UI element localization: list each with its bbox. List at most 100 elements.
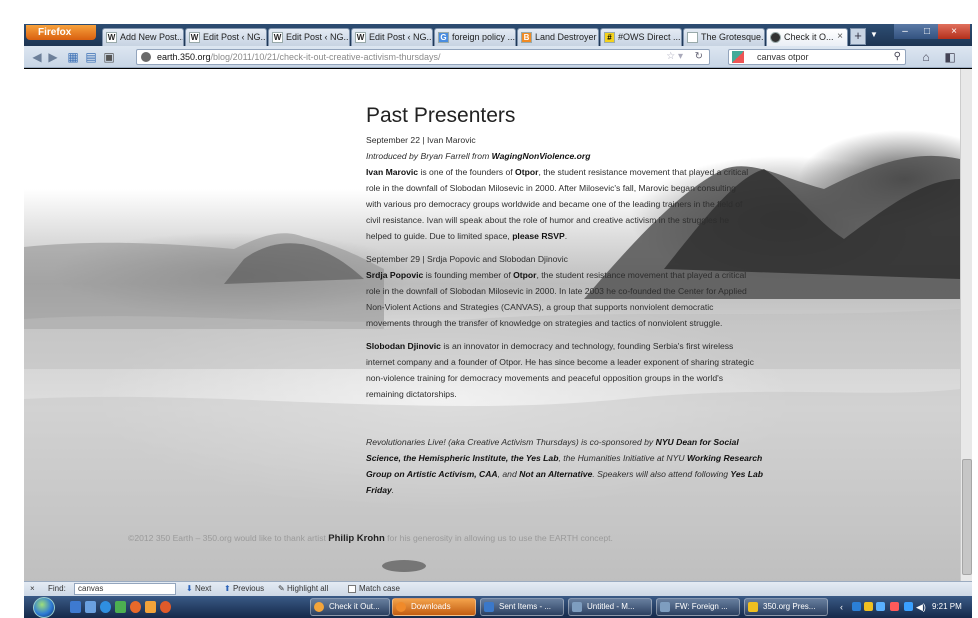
url-bar[interactable]: earth.350.org/blog/2011/10/21/check-it-o… bbox=[136, 49, 710, 65]
event2-line: role in the downfall of Slobodan Milosev… bbox=[366, 286, 747, 296]
show-desktop-icon[interactable] bbox=[70, 601, 81, 613]
tab-foreign-policy[interactable]: Gforeign policy ... bbox=[434, 28, 516, 46]
sponsor-line: Group on Artistic Activism, CAA, and Not… bbox=[366, 469, 764, 479]
tray-app-icon[interactable] bbox=[852, 602, 861, 611]
tray-app-icon[interactable] bbox=[876, 602, 885, 611]
taskbar-item-untitled[interactable]: Untitled - M... bbox=[568, 598, 652, 616]
tab-close-icon[interactable]: × bbox=[837, 29, 843, 45]
tray-app-icon[interactable] bbox=[890, 602, 899, 611]
taskbar-item-fw-foreign[interactable]: FW: Foreign ... bbox=[656, 598, 740, 616]
event2-line: Non-Violent Actions and Strategies (CANV… bbox=[366, 302, 714, 312]
forward-icon[interactable]: ▶ bbox=[46, 49, 60, 65]
event1-intro: Introduced by Bryan Farrell from WagingN… bbox=[366, 151, 591, 161]
search-value: canvas otpor bbox=[757, 52, 809, 62]
arrow-up-icon: ⬆ bbox=[224, 584, 233, 593]
search-icon[interactable]: ⚲ bbox=[894, 50, 901, 64]
event1-line: Ivan Marovic is one of the founders of O… bbox=[366, 167, 749, 177]
tab-add-new-post[interactable]: W Add New Post... bbox=[102, 28, 184, 46]
taskbar-item-check-it-out[interactable]: Check it Out... bbox=[310, 598, 390, 616]
firefox-icon bbox=[396, 602, 406, 612]
footer-credit: ©2012 350 Earth – 350.org would like to … bbox=[128, 533, 613, 544]
tab-strip: Firefox W Add New Post... W Edit Post ‹ NG… bbox=[24, 24, 972, 47]
event3-line: Slobodan Djinovic is an innovator in dem… bbox=[366, 341, 734, 351]
close-window-icon[interactable]: × bbox=[938, 24, 970, 39]
artist-link[interactable]: Philip Krohn bbox=[328, 533, 384, 544]
volume-icon[interactable]: ◀) bbox=[916, 596, 926, 612]
checkbox-icon bbox=[348, 584, 356, 593]
bookmark-star-icon[interactable]: ☆ ▾ bbox=[666, 50, 683, 64]
app-icon[interactable] bbox=[160, 601, 171, 613]
home-icon[interactable]: ⌂ bbox=[916, 49, 936, 65]
tab-label: Add New Post... bbox=[120, 32, 184, 42]
waging-nonviolence-link[interactable]: WagingNonViolence.org bbox=[492, 151, 591, 161]
tab-the-grotesque[interactable]: The Grotesque... bbox=[683, 28, 765, 46]
search-bar[interactable]: canvas otpor ⚲ bbox=[728, 49, 906, 65]
find-label: Find: bbox=[48, 584, 66, 593]
clock[interactable]: 9:21 PM bbox=[932, 596, 962, 618]
system-tray: ‹ ◀) 9:21 PM bbox=[836, 596, 972, 618]
tab-land-destroyer[interactable]: B Land Destroyer bbox=[517, 28, 599, 46]
tab-label: foreign policy ... bbox=[452, 32, 516, 42]
page-title: Past Presenters bbox=[366, 104, 516, 127]
message-icon bbox=[660, 602, 670, 612]
site-favicon-icon: ● bbox=[770, 32, 781, 43]
taskbar-item-350-org[interactable]: 350.org Pres... bbox=[744, 598, 828, 616]
tab-label: Edit Post ‹ NG... bbox=[286, 32, 350, 42]
event2-line: Srdja Popovic is founding member of Otpo… bbox=[366, 270, 747, 280]
bookmark-toolbar-icon[interactable]: ▦ bbox=[66, 49, 80, 65]
minimize-icon[interactable]: – bbox=[894, 24, 916, 39]
event1-date: September 22 | Ivan Marovic bbox=[366, 135, 476, 145]
find-previous-button[interactable]: ⬆ Previous bbox=[224, 582, 264, 596]
find-next-button[interactable]: ⬇ Next bbox=[186, 582, 211, 596]
panel-icon[interactable]: ◧ bbox=[940, 49, 960, 65]
tab-edit-post-1[interactable]: W Edit Post ‹ NG... bbox=[185, 28, 267, 46]
arrow-down-icon: ⬇ bbox=[186, 584, 195, 593]
event3-line: non-violence training for democracy move… bbox=[366, 373, 724, 383]
tab-label: The Grotesque... bbox=[701, 32, 765, 42]
firefox-icon[interactable] bbox=[130, 601, 141, 613]
ie-icon[interactable] bbox=[100, 601, 111, 613]
google-icon: G bbox=[438, 32, 449, 43]
folder-icon[interactable] bbox=[145, 601, 156, 613]
tab-edit-post-3[interactable]: W Edit Post ‹ NG... bbox=[351, 28, 433, 46]
taskbar-item-sent-items[interactable]: Sent Items - ... bbox=[480, 598, 564, 616]
event3-line: internet company and a founder of Otpor.… bbox=[366, 357, 754, 367]
search-engine-icon[interactable] bbox=[732, 51, 744, 63]
highlighter-icon: ✎ bbox=[278, 584, 287, 593]
vertical-scrollbar[interactable] bbox=[960, 69, 972, 581]
tray-app-icon[interactable] bbox=[864, 602, 873, 611]
match-case-checkbox[interactable]: Match case bbox=[348, 582, 400, 596]
taskbar-item-downloads[interactable]: Downloads bbox=[392, 598, 476, 616]
tab-label: Check it O... bbox=[784, 32, 834, 42]
start-button[interactable] bbox=[33, 597, 55, 618]
explorer-icon[interactable] bbox=[85, 601, 96, 613]
media-icon[interactable] bbox=[115, 601, 126, 613]
reload-icon[interactable]: ↻ bbox=[695, 50, 703, 64]
wordpress-icon: W bbox=[355, 32, 366, 43]
tab-label: #OWS Direct ... bbox=[618, 32, 681, 42]
tray-expand-icon[interactable]: ‹ bbox=[840, 596, 849, 612]
folder-icon bbox=[748, 602, 758, 612]
rsvp-link[interactable]: please RSVP bbox=[512, 231, 565, 241]
tab-list-icon[interactable]: ▼ bbox=[870, 30, 880, 42]
tab-edit-post-2[interactable]: W Edit Post ‹ NG... bbox=[268, 28, 350, 46]
tab-ows-direct[interactable]: # #OWS Direct ... bbox=[600, 28, 682, 46]
new-tab-button[interactable]: + bbox=[850, 28, 866, 45]
lock-icon[interactable]: ▣ bbox=[102, 49, 116, 65]
site-identity-icon[interactable] bbox=[141, 52, 151, 62]
screenshot-frame: Firefox W Add New Post... W Edit Post ‹ NG… bbox=[0, 0, 978, 618]
tab-check-it-out[interactable]: ● Check it O... × bbox=[766, 28, 848, 47]
event1-line: helped to guide. Due to limited space, p… bbox=[366, 231, 568, 241]
network-icon[interactable] bbox=[904, 602, 913, 611]
find-close-icon[interactable]: × bbox=[30, 582, 35, 596]
scrollbar-thumb[interactable] bbox=[962, 459, 972, 575]
firefox-menu-button[interactable]: Firefox bbox=[26, 25, 96, 40]
wordpress-icon: W bbox=[189, 32, 200, 43]
find-input[interactable]: canvas bbox=[74, 583, 176, 595]
hashtag-icon: # bbox=[604, 32, 615, 43]
sidebar-icon[interactable]: ▤ bbox=[84, 49, 98, 65]
maximize-icon[interactable]: □ bbox=[916, 24, 938, 39]
back-icon[interactable]: ◀ bbox=[30, 49, 44, 65]
highlight-all-button[interactable]: ✎ Highlight all bbox=[278, 582, 328, 596]
url-host: earth.350.org bbox=[157, 52, 211, 62]
